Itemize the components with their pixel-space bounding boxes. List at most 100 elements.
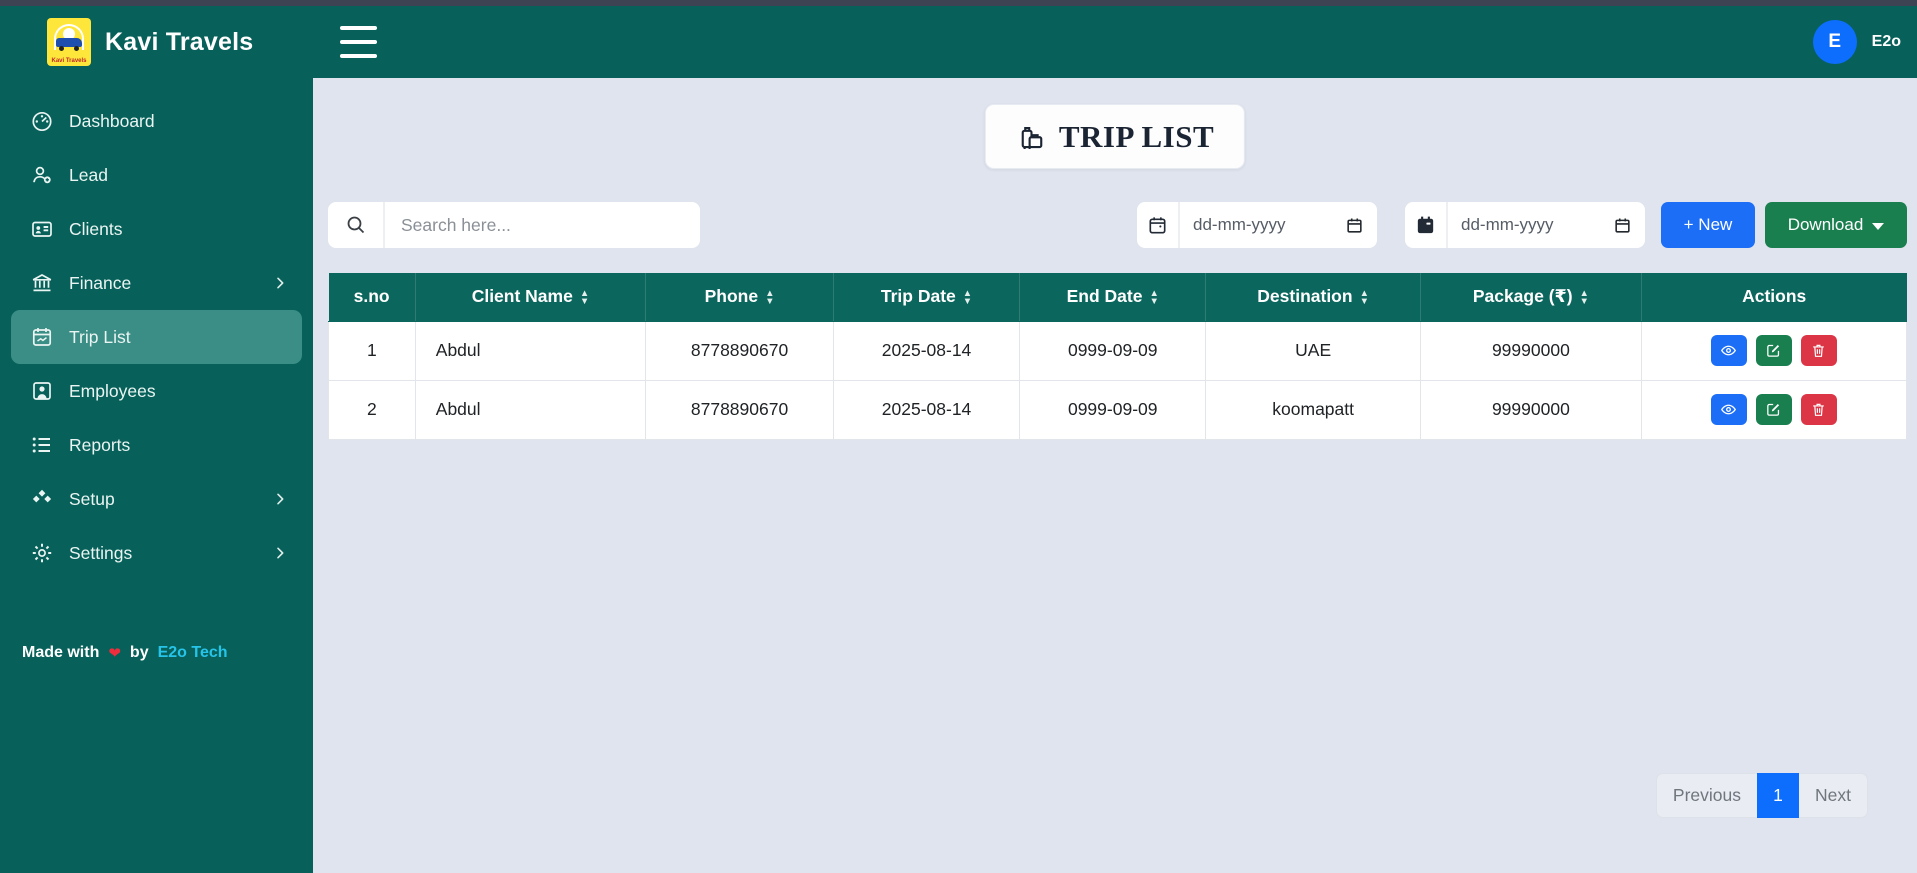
pagination: Previous 1 Next [1655,773,1868,818]
column-header-package[interactable]: Package (₹) ▲ ▼ [1420,273,1642,322]
gear-icon [30,541,54,565]
calendar-outline-icon [1137,202,1180,248]
cell-actions [1640,320,1908,381]
pagination-next[interactable]: Next [1799,773,1868,818]
sidebar-credit: Made with ❤ by E2o Tech [22,644,228,662]
diamonds-icon [30,487,54,511]
table-row: 2 Abdul 8778890670 2025-08-14 0999-09-09 koom… [328,379,1908,440]
cell-sno: 1 [328,320,416,381]
cell-destination: UAE [1205,320,1421,381]
sidebar-item-label: Settings [69,542,133,563]
search-input[interactable] [385,202,700,248]
download-button[interactable]: Download [1765,202,1907,248]
kavi-travels-logo: Kavi Travels [47,18,91,66]
main-content: TRIP LIST dd-mm-yyyy [313,78,1917,873]
column-label: Destination [1257,286,1353,307]
date-picker-icon[interactable] [1613,216,1632,235]
calendar-filled-icon [1405,202,1448,248]
cell-trip-date: 2025-08-14 [832,379,1021,440]
trip-calendar-icon [30,325,54,349]
sidebar-item-label: Employees [69,380,156,401]
column-header-end-date[interactable]: End Date ▲ ▼ [1019,273,1207,322]
brand-name: Kavi Travels [105,27,254,56]
list-icon [30,433,54,457]
sort-icon: ▲ ▼ [579,288,590,307]
new-button[interactable]: + New [1661,202,1755,248]
sidebar-item-lead[interactable]: Lead [11,148,302,202]
view-button[interactable] [1710,335,1747,366]
edit-icon [1765,401,1782,418]
sort-icon: ▲ ▼ [765,288,775,307]
cell-trip-date: 2025-08-14 [832,320,1021,381]
person-plus-icon [30,163,54,187]
start-date-input[interactable]: dd-mm-yyyy [1180,202,1377,248]
edit-button[interactable] [1755,335,1792,366]
chevron-right-icon [272,491,288,507]
cell-package: 99990000 [1419,379,1642,440]
delete-button[interactable] [1800,335,1837,366]
eye-icon [1720,401,1737,418]
hamburger-icon[interactable] [340,26,377,58]
column-label: Client Name [471,286,573,307]
sidebar-item-setup[interactable]: Setup [11,472,302,526]
cell-end-date: 0999-09-09 [1019,320,1207,381]
cell-sno: 2 [328,379,416,440]
column-header-destination[interactable]: Destination ▲ ▼ [1205,273,1421,322]
avatar[interactable]: E [1812,20,1857,64]
user-name: E2o [1871,33,1901,50]
search-group [328,202,700,248]
luggage-icon [1016,122,1046,152]
id-card-icon [30,217,54,241]
column-header-trip-date[interactable]: Trip Date ▲ ▼ [833,273,1021,322]
sidebar-item-trip-list[interactable]: Trip List [11,310,302,364]
credit-link[interactable]: E2o Tech [158,644,228,662]
sidebar-item-settings[interactable]: Settings [11,526,302,580]
end-date-input[interactable]: dd-mm-yyyy [1448,202,1645,248]
pagination-previous[interactable]: Previous [1655,773,1758,818]
credit-middle: by [129,644,149,661]
chevron-right-icon [272,275,288,291]
cell-client: Abdul [414,379,647,440]
sidebar-item-clients[interactable]: Clients [11,202,302,256]
view-button[interactable] [1710,394,1747,425]
column-header-phone[interactable]: Phone ▲ ▼ [645,273,834,322]
app-header: Kavi Travels Kavi Travels E E2o [0,6,1917,78]
sidebar-item-employees[interactable]: Employees [11,364,302,418]
column-label: s.no [353,286,390,307]
sidebar-item-label: Reports [69,434,131,455]
logo-text: Kavi Travels [51,58,87,64]
column-label: End Date [1066,286,1143,307]
pagination-page-1[interactable]: 1 [1757,773,1800,818]
sidebar-item-reports[interactable]: Reports [11,418,302,472]
eye-icon [1720,342,1737,359]
sidebar-item-label: Lead [69,164,108,185]
sort-icon: ▲ ▼ [1149,288,1159,307]
trash-icon [1810,342,1827,359]
cell-end-date: 0999-09-09 [1019,379,1207,440]
sidebar-item-finance[interactable]: Finance [11,256,302,310]
sort-icon: ▲ ▼ [1359,288,1369,307]
column-label: Actions [1742,286,1807,307]
chevron-right-icon [272,545,288,561]
column-header-client-name[interactable]: Client Name ▲ ▼ [415,273,647,322]
cell-package: 99990000 [1419,320,1642,381]
edit-button[interactable] [1755,394,1792,425]
sidebar-item-dashboard[interactable]: Dashboard [11,94,302,148]
cell-client: Abdul [414,320,647,381]
speedometer-icon [30,109,54,133]
brand[interactable]: Kavi Travels Kavi Travels [47,18,253,66]
user-menu[interactable]: E E2o [1812,20,1901,64]
column-label: Package (₹) [1472,286,1573,307]
cell-phone: 8778890670 [645,379,834,440]
sidebar-item-label: Setup [69,488,115,509]
delete-button[interactable] [1800,394,1837,425]
search-icon [328,202,385,248]
trip-table: s.no Client Name ▲ ▼ Phone ▲ ▼ Trip Date ▲ ▼ End D… [328,273,1908,440]
cell-destination: koomapatt [1205,379,1421,440]
date-picker-icon[interactable] [1345,216,1364,235]
end-date-placeholder: dd-mm-yyyy [1461,215,1554,234]
column-header-s-no: s.no [328,273,416,322]
sort-icon: ▲ ▼ [962,288,973,307]
caret-down-icon [1872,222,1885,230]
download-label: Download [1787,215,1864,234]
